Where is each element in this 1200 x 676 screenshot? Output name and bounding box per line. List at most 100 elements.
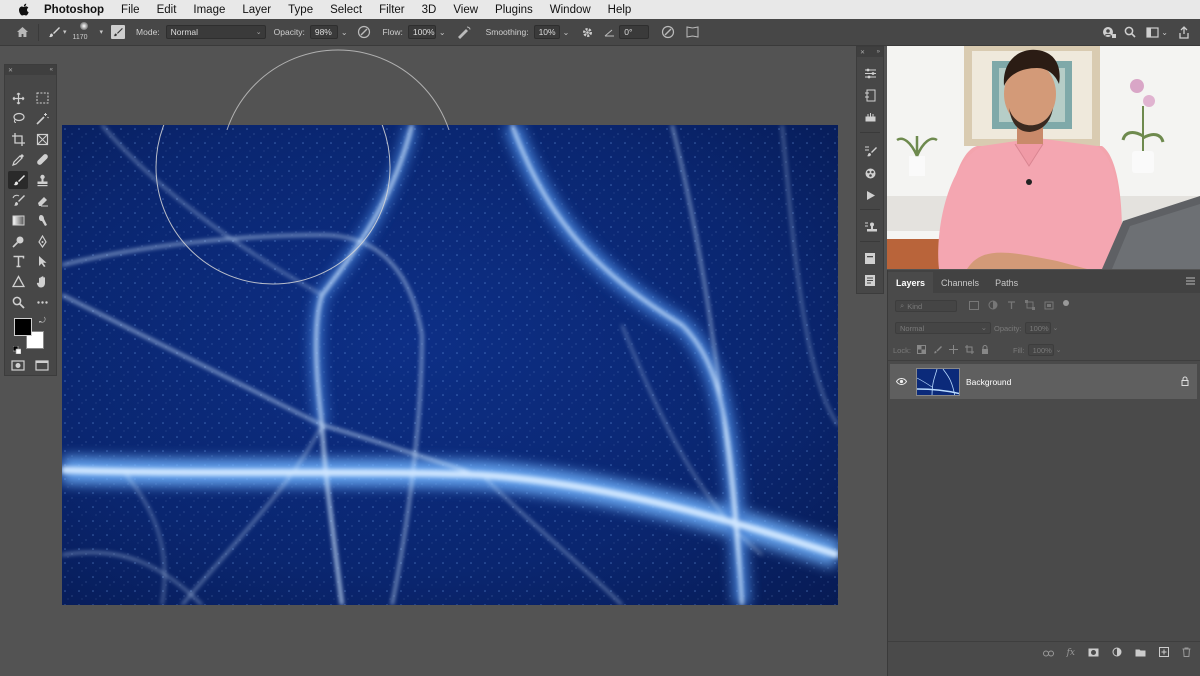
chevron-down-icon[interactable]: ⌄ [1053, 324, 1059, 332]
fill-field[interactable]: 100% [1027, 344, 1054, 356]
brush-tool[interactable] [8, 171, 28, 189]
layers-panel-footer: fx [888, 641, 1200, 663]
tab-channels[interactable]: Channels [933, 272, 987, 293]
trash-icon[interactable] [1182, 644, 1191, 662]
layer-lock-icon[interactable] [1181, 376, 1189, 388]
edit-toolbar-button[interactable] [32, 293, 52, 311]
brush-cursor-overlay [226, 49, 450, 130]
screen-mode-button[interactable] [32, 356, 52, 374]
layer-thumbnail[interactable] [916, 367, 960, 396]
layer-opacity-value: 100% [1029, 323, 1049, 333]
history-brush-tool[interactable] [8, 191, 28, 209]
brush-settings-panel-icon[interactable] [862, 143, 878, 159]
history-panel-icon[interactable] [862, 87, 878, 103]
quick-mask-button[interactable] [8, 356, 28, 374]
new-group-icon[interactable] [1135, 644, 1146, 662]
layer-row-background[interactable]: Background [890, 364, 1197, 399]
shape-tool[interactable] [8, 272, 28, 290]
healing-brush-tool[interactable] [32, 150, 52, 168]
pen-tool[interactable] [32, 232, 52, 250]
crop-icon [11, 132, 25, 146]
lock-fill-row: Lock: Fill: 100% ⌄ [888, 344, 1200, 356]
filter-toggle-icon[interactable] [1063, 300, 1069, 306]
blend-mode-value: Normal [900, 323, 925, 333]
fx-icon[interactable]: fx [1067, 648, 1075, 658]
share-user-icon[interactable] [1102, 26, 1117, 39]
kind-filter-value: Kind [907, 301, 923, 311]
frame-icon [36, 133, 48, 145]
opacity-label: Opacity: [994, 323, 1022, 333]
document-canvas[interactable] [62, 125, 838, 605]
workspace-icon[interactable] [1146, 26, 1159, 38]
eraser-icon [37, 196, 48, 206]
hand-tool[interactable] [32, 272, 52, 290]
layer-filter-row: ⌕ Kind [888, 300, 1200, 312]
tool-presets-panel-icon[interactable] [862, 219, 878, 235]
play-icon[interactable] [862, 187, 878, 203]
smudge-icon [38, 214, 47, 226]
tab-paths[interactable]: Paths [987, 272, 1026, 293]
quick-mask-icon [11, 359, 25, 371]
close-icon[interactable]: ✕ [860, 49, 865, 56]
lock-transparent-icon[interactable] [916, 344, 926, 356]
pixel-filter-icon[interactable] [969, 300, 979, 312]
crop-tool[interactable] [8, 130, 28, 148]
clone-stamp-tool[interactable] [32, 171, 52, 189]
stamp-icon [37, 174, 47, 186]
cursor-arrow-icon [38, 255, 46, 267]
lock-artboard-icon[interactable] [964, 344, 974, 356]
adjustment-layer-icon[interactable] [1112, 644, 1122, 662]
blend-mode-select[interactable]: Normal ⌄ [895, 322, 991, 334]
zoom-icon [12, 296, 25, 309]
search-icon[interactable] [1124, 26, 1136, 38]
layers-panel: Layers Channels Paths ⌕ Kind Normal ⌄ Op… [887, 270, 1200, 676]
type-filter-icon[interactable] [1007, 300, 1016, 312]
properties-panel-icon[interactable] [862, 65, 878, 81]
actions-panel-icon[interactable] [862, 109, 878, 125]
zoom-tool[interactable] [8, 293, 28, 311]
libraries-panel-icon[interactable] [862, 250, 878, 266]
hand-icon [36, 275, 45, 287]
dodge-tool[interactable] [8, 232, 28, 250]
clone-source-panel-icon[interactable] [862, 165, 878, 181]
panel-menu-icon[interactable] [1186, 277, 1195, 287]
eye-visibility-icon[interactable] [896, 378, 910, 385]
notes-panel-icon[interactable] [862, 272, 878, 288]
blend-opacity-row: Normal ⌄ Opacity: 100% ⌄ [888, 322, 1200, 334]
presenter-video [887, 46, 1200, 269]
pen-icon [37, 234, 47, 248]
chevron-down-icon[interactable]: ⌄ [1161, 28, 1168, 37]
dodge-icon [11, 236, 23, 248]
gradient-tool[interactable] [8, 211, 28, 229]
lock-position-icon[interactable] [948, 344, 958, 356]
lock-pixels-icon[interactable] [933, 345, 942, 356]
path-selection-tool[interactable] [32, 252, 52, 270]
layer-name[interactable]: Background [966, 377, 1011, 387]
export-icon[interactable] [1178, 25, 1190, 39]
foreground-color-swatch[interactable] [14, 318, 32, 336]
chevron-down-icon: ⌄ [980, 323, 987, 332]
eyedropper-tool[interactable] [8, 150, 28, 168]
default-colors-icon[interactable] [12, 341, 22, 355]
blur-tool[interactable] [32, 211, 52, 229]
eyedropper-icon [11, 153, 24, 166]
link-layers-icon[interactable] [1042, 644, 1054, 662]
shape-filter-icon[interactable] [1025, 300, 1035, 312]
kind-filter-select[interactable]: ⌕ Kind [895, 300, 957, 312]
chevron-down-icon[interactable]: ⌄ [1056, 346, 1062, 354]
frame-tool[interactable] [32, 130, 52, 148]
type-tool[interactable] [8, 252, 28, 270]
screen-mode-icon [35, 359, 49, 371]
divider [860, 132, 880, 133]
adjustment-filter-icon[interactable] [988, 300, 998, 312]
panel-strip-header[interactable]: ✕ » [857, 47, 883, 57]
smart-object-filter-icon[interactable] [1044, 300, 1054, 312]
tab-layers[interactable]: Layers [888, 272, 934, 293]
lock-all-icon[interactable] [981, 344, 989, 356]
add-mask-icon[interactable] [1088, 644, 1099, 662]
new-layer-icon[interactable] [1159, 644, 1169, 662]
layer-opacity-field[interactable]: 100% [1024, 322, 1051, 334]
expand-icon[interactable]: » [877, 49, 880, 55]
swap-colors-icon[interactable]: ⤾ [39, 316, 46, 326]
eraser-tool[interactable] [32, 191, 52, 209]
